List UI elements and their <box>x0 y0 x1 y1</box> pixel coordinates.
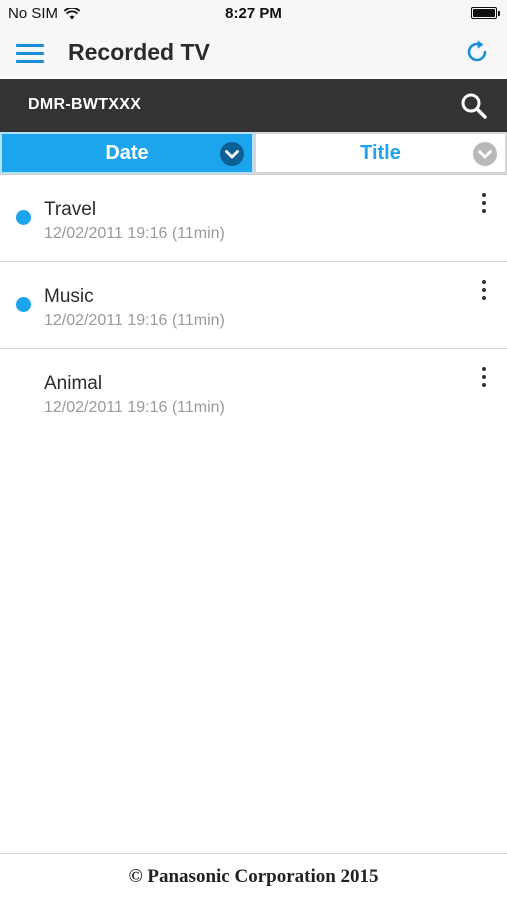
list-item[interactable]: Travel 12/02/2011 19:16 (11min) <box>0 175 507 262</box>
battery-icon <box>471 7 500 19</box>
sort-tab-title[interactable]: Title <box>254 132 507 174</box>
new-indicator-icon <box>16 297 31 312</box>
more-options-button[interactable] <box>477 365 491 389</box>
list-item[interactable]: Animal 12/02/2011 19:16 (11min) <box>0 349 507 435</box>
recordings-list: Travel 12/02/2011 19:16 (11min) Music 12… <box>0 175 507 435</box>
chevron-down-icon <box>220 142 244 166</box>
device-bar: DMR-BWTXXX <box>0 79 507 132</box>
more-dot <box>482 201 486 205</box>
new-indicator-icon <box>16 210 31 225</box>
sort-bar: Date Title <box>0 132 507 175</box>
refresh-button[interactable] <box>463 38 491 66</box>
more-dot <box>482 383 486 387</box>
more-dot <box>482 367 486 371</box>
more-dot <box>482 296 486 300</box>
item-meta: 12/02/2011 19:16 (11min) <box>44 312 225 329</box>
list-item[interactable]: Music 12/02/2011 19:16 (11min) <box>0 262 507 349</box>
more-dot <box>482 280 486 284</box>
item-meta: 12/02/2011 19:16 (11min) <box>44 399 225 416</box>
hamburger-line <box>16 52 44 55</box>
more-options-button[interactable] <box>477 191 491 215</box>
search-icon <box>461 93 487 119</box>
item-meta: 12/02/2011 19:16 (11min) <box>44 225 225 242</box>
sort-tab-label: Title <box>360 142 401 164</box>
item-title: Animal <box>44 373 103 394</box>
hamburger-line <box>16 44 44 47</box>
more-dot <box>482 375 486 379</box>
refresh-icon <box>467 40 487 62</box>
app-header: Recorded TV <box>0 28 507 78</box>
more-dot <box>482 193 486 197</box>
chevron-down-icon <box>473 142 497 166</box>
hamburger-line <box>16 60 44 63</box>
menu-button[interactable] <box>16 40 44 64</box>
page-title: Recorded TV <box>68 39 210 65</box>
item-title: Music <box>44 286 94 307</box>
more-dot <box>482 288 486 292</box>
device-name: DMR-BWTXXX <box>28 96 142 113</box>
copyright-text: © Panasonic Corporation 2015 <box>128 866 379 887</box>
sort-tab-date[interactable]: Date <box>0 132 254 174</box>
item-title: Travel <box>44 199 97 220</box>
more-dot <box>482 209 486 213</box>
status-time: 8:27 PM <box>225 5 282 22</box>
status-bar: No SIM 8:27 PM <box>0 0 507 28</box>
more-options-button[interactable] <box>477 278 491 302</box>
sort-tab-label: Date <box>105 142 149 164</box>
footer: © Panasonic Corporation 2015 <box>0 853 507 900</box>
search-button[interactable] <box>459 91 489 121</box>
